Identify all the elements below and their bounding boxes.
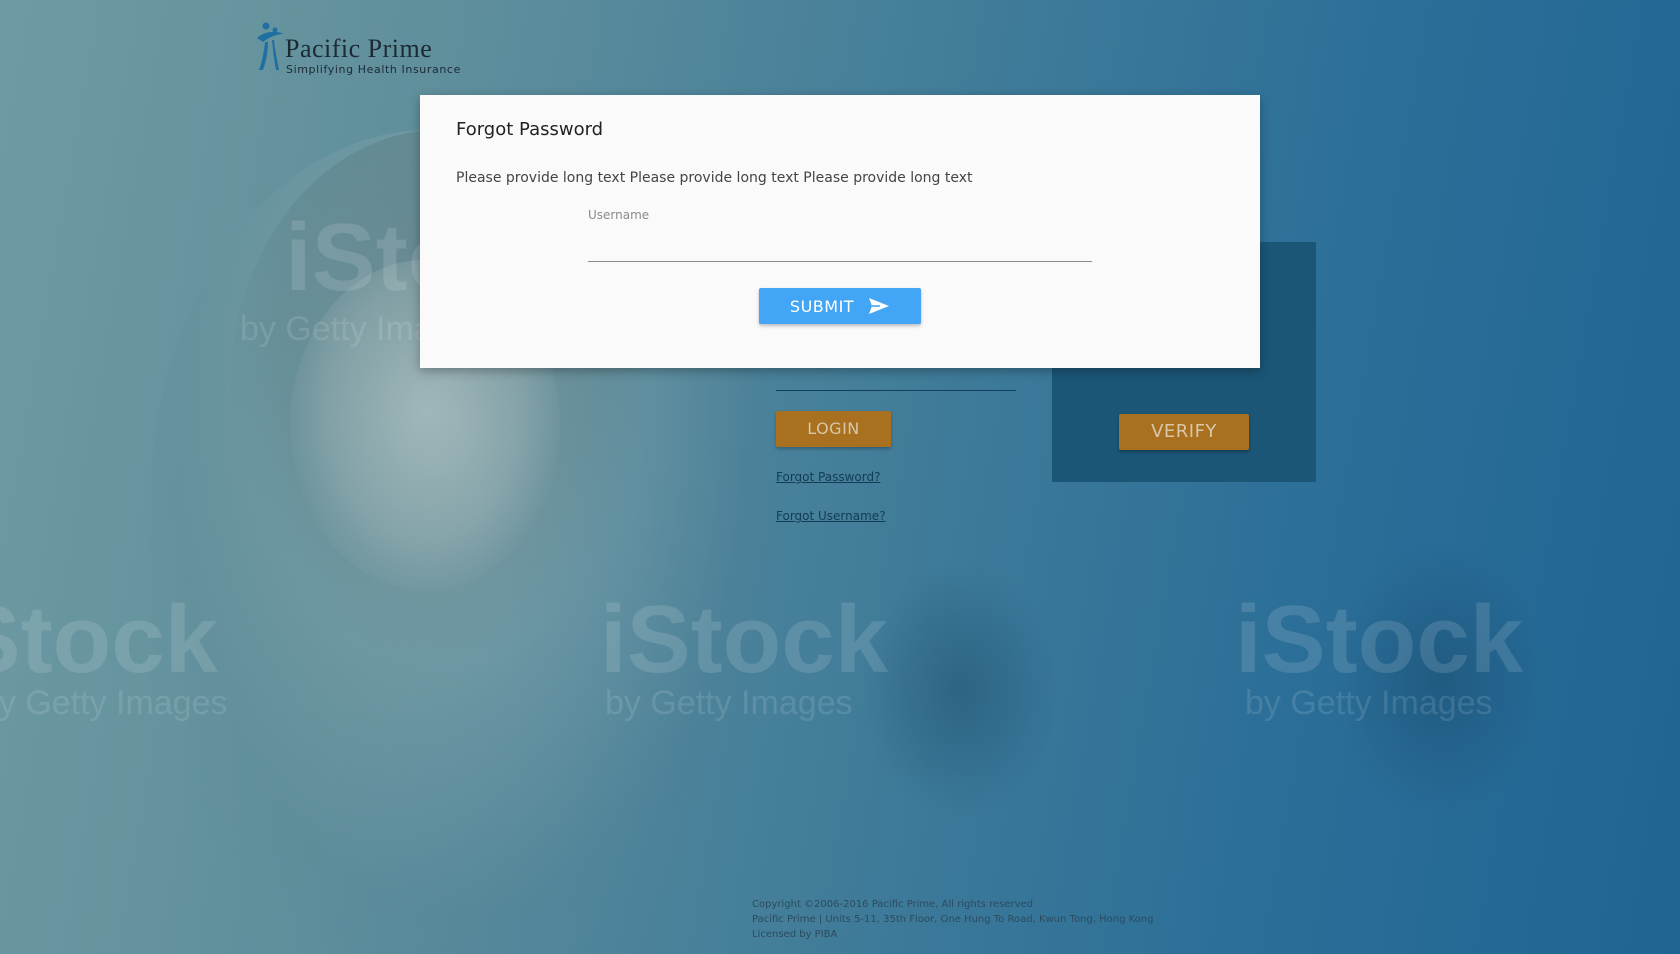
login-page: iStock by Getty Images iStock by Getty I… bbox=[0, 0, 1680, 954]
dialog-description: Please provide long text Please provide … bbox=[456, 170, 973, 186]
brand-logo-mark-icon bbox=[257, 22, 284, 70]
footer-copyright: Copyright ©2006-2016 Pacific Prime, All … bbox=[752, 899, 1034, 910]
watermark-text: iStock bbox=[0, 586, 219, 693]
submit-button[interactable]: SUBMIT bbox=[759, 288, 921, 324]
watermark-subtext: by Getty Images bbox=[0, 684, 228, 722]
dialog-title: Forgot Password bbox=[456, 119, 604, 140]
brand-logo[interactable]: Pacific Prime Simplifying Health Insuran… bbox=[253, 18, 473, 80]
login-button[interactable]: LOGIN bbox=[776, 411, 891, 447]
footer-license: Licensed by PIBA bbox=[752, 929, 838, 940]
submit-button-label: SUBMIT bbox=[789, 296, 855, 316]
footer: Copyright ©2006-2016 Pacific Prime, All … bbox=[752, 897, 1153, 942]
footer-address: Pacific Prime | Units 5-11, 35th Floor, … bbox=[752, 914, 1154, 925]
forgot-password-link[interactable]: Forgot Password? bbox=[776, 470, 880, 484]
watermark-text: iStock bbox=[1235, 586, 1524, 693]
background-person-1 bbox=[860, 560, 1060, 820]
watermark-subtext: by Getty Images bbox=[1245, 684, 1493, 722]
watermark-subtext: by Getty Images bbox=[605, 684, 853, 722]
forgot-username-link[interactable]: Forgot Username? bbox=[776, 509, 886, 523]
password-field-underline bbox=[776, 390, 1016, 391]
brand-tagline: Simplifying Health Insurance bbox=[286, 63, 461, 76]
username-input[interactable] bbox=[588, 231, 1092, 262]
username-label: Username bbox=[588, 208, 650, 222]
brand-name: Pacific Prime bbox=[285, 34, 433, 63]
verify-button[interactable]: VERIFY bbox=[1119, 414, 1249, 450]
send-icon bbox=[869, 298, 890, 314]
forgot-password-dialog: Forgot Password Please provide long text… bbox=[420, 95, 1260, 368]
watermark-text: iStock bbox=[600, 586, 889, 693]
